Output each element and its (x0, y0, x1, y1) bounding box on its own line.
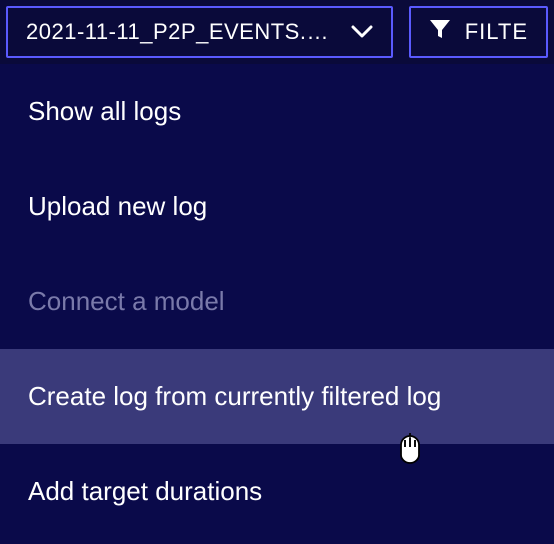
toolbar: 2021-11-11_P2P_EVENTS.CSV FILTE (0, 0, 554, 58)
file-dropdown[interactable]: 2021-11-11_P2P_EVENTS.CSV (6, 6, 393, 58)
menu-item-show-all-logs[interactable]: Show all logs (0, 64, 554, 159)
menu-item-create-filtered-log[interactable]: Create log from currently filtered log (0, 349, 554, 444)
filter-icon (429, 18, 451, 46)
chevron-down-icon (351, 19, 373, 45)
menu-item-connect-model: Connect a model (0, 254, 554, 349)
dropdown-menu: Show all logs Upload new log Connect a m… (0, 64, 554, 544)
menu-item-label: Connect a model (28, 286, 225, 316)
menu-item-label: Show all logs (28, 96, 181, 126)
menu-item-label: Create log from currently filtered log (28, 381, 441, 411)
menu-item-label: Add target durations (28, 476, 262, 506)
menu-item-upload-new-log[interactable]: Upload new log (0, 159, 554, 254)
menu-item-label: Upload new log (28, 191, 207, 221)
menu-item-add-target-durations[interactable]: Add target durations (0, 444, 554, 539)
file-dropdown-label: 2021-11-11_P2P_EVENTS.CSV (26, 19, 339, 45)
filter-button[interactable]: FILTE (409, 6, 548, 58)
filter-button-label: FILTE (465, 19, 528, 45)
